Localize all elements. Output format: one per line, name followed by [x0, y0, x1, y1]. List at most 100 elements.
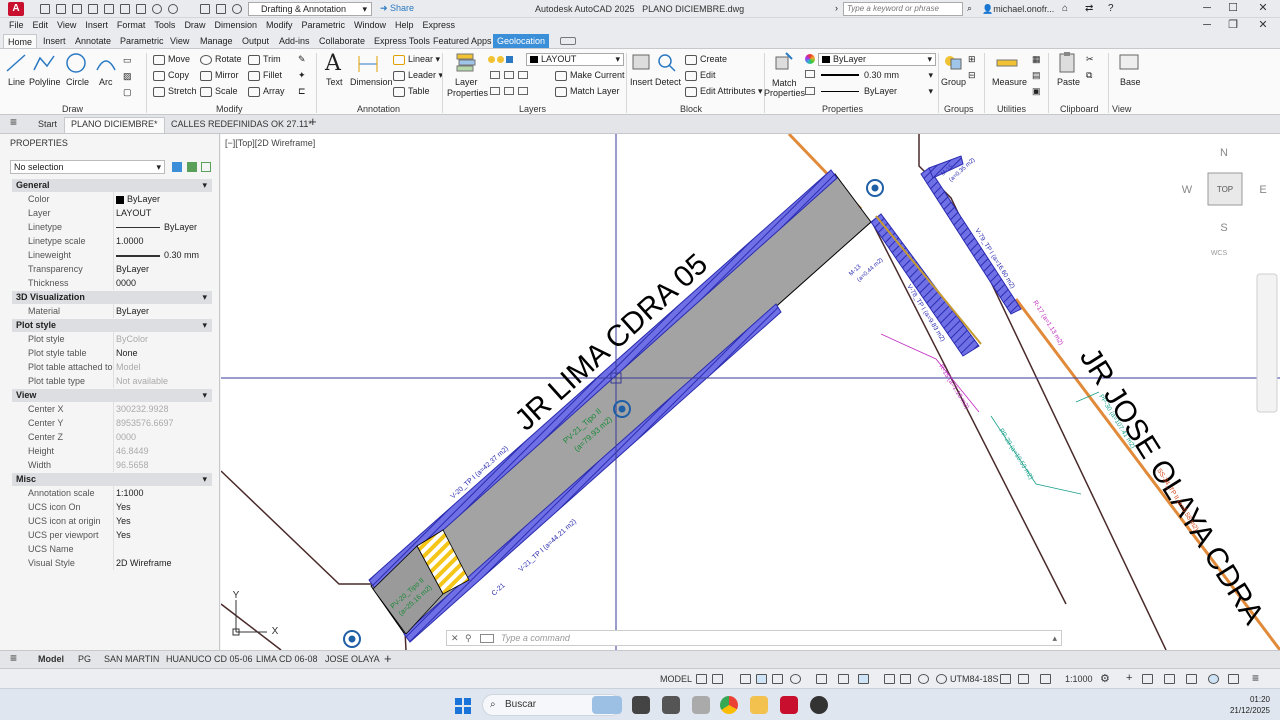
utilities-panel-title[interactable]: Utilities [997, 104, 1026, 114]
arc-icon[interactable] [94, 52, 118, 74]
edit-attributes-button[interactable]: Edit Attributes ▾ [685, 86, 763, 97]
viewport-controls[interactable]: [−][Top][2D Wireframe] [225, 138, 315, 148]
tab-geolocation[interactable]: Geolocation [493, 34, 550, 48]
search-expand-icon[interactable]: › [835, 3, 838, 13]
property-value-wrap[interactable]: ByLayer [114, 192, 212, 206]
tab-plano-diciembre[interactable]: PLANO DICIEMBRE* [64, 117, 165, 133]
new-layout-icon[interactable]: + [384, 651, 392, 666]
property-row[interactable]: UCS icon at origin Yes [12, 514, 212, 528]
measure-button[interactable]: Measure [992, 77, 1027, 87]
select-objects-icon[interactable] [187, 162, 197, 172]
measure-icon[interactable] [995, 51, 1019, 73]
dynamic-input-icon[interactable] [772, 674, 783, 684]
layer-tools-icons[interactable] [490, 71, 550, 103]
property-row[interactable]: Plot style ByColor [12, 332, 212, 346]
property-row[interactable]: Thickness 0000 [12, 276, 212, 290]
rectangle-icon[interactable]: ▭ [123, 55, 132, 66]
app-notification-icon[interactable] [810, 696, 828, 714]
base-button[interactable]: Base [1120, 77, 1141, 87]
property-value[interactable]: ByColor [114, 332, 212, 346]
rotate-button[interactable]: Rotate [200, 54, 242, 65]
maximize-icon[interactable]: ☐ [1226, 2, 1240, 16]
table-button[interactable]: Table [393, 86, 430, 97]
web-open-icon[interactable] [104, 4, 114, 14]
property-row[interactable]: UCS icon On Yes [12, 500, 212, 514]
polar-icon[interactable] [790, 674, 801, 684]
property-row[interactable]: Annotation scale 1:1000 [12, 486, 212, 500]
help-search-input[interactable]: Type a keyword or phrase [843, 2, 963, 16]
annotation-panel-title[interactable]: Annotation [357, 104, 400, 114]
calculator-icon[interactable]: ▦ [1032, 54, 1041, 65]
text-icon[interactable]: A [325, 51, 341, 76]
system-clock[interactable]: 01:20 21/12/2025 [1230, 694, 1270, 716]
linear-button[interactable]: Linear ▾ [393, 54, 440, 65]
group-icon[interactable] [941, 51, 965, 73]
viewcube-east[interactable]: E [1259, 184, 1266, 196]
layer-properties-icon[interactable] [454, 51, 478, 73]
circle-button[interactable]: Circle [66, 77, 89, 87]
array-button[interactable]: Array [248, 86, 285, 97]
property-value[interactable]: 0000 [114, 430, 212, 444]
property-value[interactable]: 96.5658 [114, 458, 212, 472]
property-value[interactable]: None [114, 346, 212, 360]
dimension-icon[interactable] [356, 52, 380, 74]
tab-express-tools[interactable]: Express Tools [370, 34, 434, 48]
chrome-icon[interactable] [720, 696, 738, 714]
property-row[interactable]: Width 96.5658 [12, 458, 212, 472]
hamburger-menu-icon[interactable]: ≡ [10, 116, 17, 129]
color-dropdown[interactable]: ByLayer ▾ [818, 53, 936, 66]
user-account[interactable]: 👤michael.onofr... [982, 4, 1054, 15]
property-row[interactable]: Color ByLayer [12, 192, 212, 206]
open-file-icon[interactable] [56, 4, 66, 14]
tab-insert[interactable]: Insert [39, 34, 70, 48]
search-icon[interactable]: ⌕ [967, 3, 972, 14]
tab-featured-apps[interactable]: Featured Apps [429, 34, 496, 48]
tab-view[interactable]: View [166, 34, 193, 48]
sync-icon[interactable] [232, 4, 242, 14]
save-as-icon[interactable] [88, 4, 98, 14]
transparency-icon[interactable] [900, 674, 911, 684]
workspace-dropdown[interactable]: Drafting & Annotation ▾ [248, 2, 372, 16]
viewcube-north[interactable]: N [1220, 147, 1228, 159]
command-icon[interactable] [480, 634, 494, 643]
share-button[interactable]: ➜ Share [380, 3, 414, 14]
autocad-logo-icon[interactable]: A [8, 2, 24, 16]
offset-icon[interactable]: ⊏ [298, 86, 306, 97]
scale-button[interactable]: Scale [200, 86, 238, 97]
create-block-button[interactable]: Create [685, 54, 727, 65]
tab-calles-redefinidas[interactable]: CALLES REDEFINIDAS OK 27.11* [171, 118, 312, 131]
tab-san-martin[interactable]: SAN MARTIN [104, 654, 159, 664]
stretch-button[interactable]: Stretch [153, 86, 197, 97]
property-value[interactable]: Yes [114, 528, 212, 542]
draw-panel-title[interactable]: Draw [62, 104, 83, 114]
osnap-tracking-icon[interactable] [838, 674, 849, 684]
group-button[interactable]: Group [941, 77, 966, 87]
paste-icon[interactable] [1056, 51, 1080, 73]
view-panel-title[interactable]: View [1112, 104, 1131, 114]
menu-view[interactable]: View [57, 18, 76, 33]
property-row[interactable]: Visual Style 2D Wireframe [12, 556, 212, 570]
property-row[interactable]: Linetype ByLayer [12, 220, 212, 234]
property-row[interactable]: Layer LAYOUT [12, 206, 212, 220]
viewcube-west[interactable]: W [1182, 184, 1193, 196]
sidewalk-lima-upper[interactable] [368, 169, 838, 591]
hatch-icon[interactable]: ▨ [123, 71, 132, 82]
match-properties-label-1[interactable]: Match [772, 78, 797, 88]
expand-history-icon[interactable]: ▴ [1052, 631, 1057, 645]
tab-start[interactable]: Start [38, 118, 57, 131]
file-explorer-icon[interactable] [750, 696, 768, 714]
groups-panel-title[interactable]: Groups [944, 104, 974, 114]
property-row[interactable]: Transparency ByLayer [12, 262, 212, 276]
tab-annotate[interactable]: Annotate [71, 34, 115, 48]
lineweight-dropdown[interactable]: 0.30 mm ▾ [818, 69, 936, 82]
fillet-button[interactable]: Fillet [248, 70, 282, 81]
block-panel-title[interactable]: Block [680, 104, 702, 114]
linetype-dropdown[interactable]: ByLayer ▾ [818, 85, 936, 98]
layer-dropdown[interactable]: LAYOUT ▾ [526, 53, 624, 66]
tab-collaborate[interactable]: Collaborate [315, 34, 369, 48]
file-explorer-alt-icon[interactable] [632, 696, 650, 714]
insert-button[interactable]: Insert [630, 77, 653, 87]
property-value[interactable]: 1.0000 [114, 234, 212, 248]
clipboard-panel-title[interactable]: Clipboard [1060, 104, 1099, 114]
command-input[interactable]: Type a command [501, 631, 570, 645]
